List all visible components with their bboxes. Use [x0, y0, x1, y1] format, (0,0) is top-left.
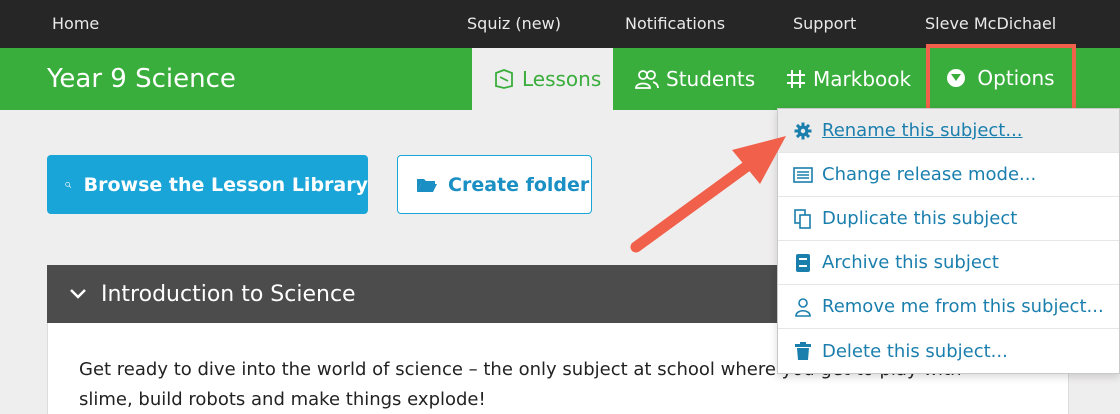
menu-item-duplicate-subject[interactable]: Duplicate this subject: [778, 197, 1119, 241]
menu-item-label: Rename this subject...: [822, 120, 1023, 141]
menu-item-delete-subject[interactable]: Delete this subject...: [778, 329, 1119, 373]
user-icon: [792, 297, 814, 317]
tab-lessons[interactable]: Lessons: [472, 48, 613, 110]
chevron-down-icon: [70, 289, 86, 299]
options-dropdown-menu: Rename this subject... Change release mo…: [777, 108, 1120, 374]
create-folder-button[interactable]: Create folder: [397, 155, 592, 214]
menu-item-label: Archive this subject: [822, 252, 999, 273]
menu-item-remove-me[interactable]: Remove me from this subject...: [778, 285, 1119, 329]
copy-icon: [792, 208, 814, 229]
gear-icon: [792, 122, 814, 140]
nav-notifications[interactable]: Notifications: [625, 0, 725, 48]
menu-item-rename-subject[interactable]: Rename this subject...: [778, 109, 1119, 153]
menu-item-label: Delete this subject...: [822, 340, 1008, 362]
menu-item-label: Change release mode...: [822, 164, 1037, 185]
tab-students[interactable]: Students: [634, 48, 755, 110]
grid-icon: [787, 70, 805, 88]
caret-down-icon: [947, 69, 966, 87]
menu-item-change-release-mode[interactable]: Change release mode...: [778, 153, 1119, 197]
tab-options[interactable]: Options: [926, 44, 1076, 112]
subject-title: Year 9 Science: [47, 64, 236, 94]
tab-lessons-label: Lessons: [522, 67, 602, 91]
browse-label: Browse the Lesson Library: [83, 173, 368, 196]
archive-icon: [792, 253, 814, 273]
nav-home[interactable]: Home: [52, 0, 99, 48]
nav-squiz[interactable]: Squiz (new): [467, 0, 561, 48]
top-nav: Home Squiz (new) Notifications Support S…: [0, 0, 1120, 48]
tab-markbook[interactable]: Markbook: [785, 48, 911, 110]
menu-item-archive-subject[interactable]: Archive this subject: [778, 241, 1119, 285]
students-icon: [635, 70, 659, 89]
tab-markbook-label: Markbook: [813, 67, 912, 91]
unit-title: Introduction to Science: [101, 281, 356, 307]
tab-students-label: Students: [666, 67, 756, 91]
create-folder-label: Create folder: [448, 173, 590, 196]
menu-item-label: Remove me from this subject...: [822, 296, 1104, 317]
nav-user-menu[interactable]: Sleve McDichael: [925, 0, 1056, 48]
subject-bar: Year 9 Science Lessons Students Markbook…: [0, 44, 1120, 112]
tab-options-label: Options: [977, 66, 1055, 90]
search-icon: [65, 181, 72, 188]
browse-lesson-library-button[interactable]: Browse the Lesson Library: [47, 155, 368, 214]
nav-support[interactable]: Support: [793, 0, 856, 48]
folder-icon: [417, 178, 437, 192]
trash-icon: [792, 341, 814, 361]
menu-item-label: Duplicate this subject: [822, 208, 1018, 229]
lessons-icon: [495, 69, 513, 89]
list-icon: [792, 166, 814, 183]
